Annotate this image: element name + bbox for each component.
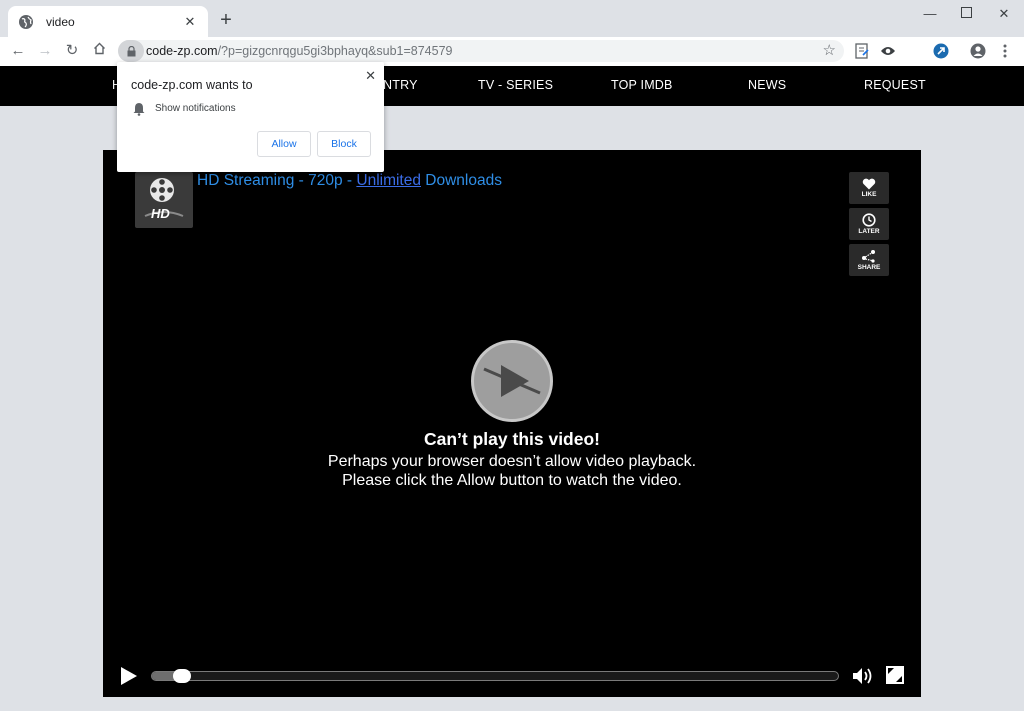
- star-icon[interactable]: ☆: [823, 41, 836, 59]
- lock-icon[interactable]: [118, 40, 144, 62]
- video-player[interactable]: HD HD Streaming - 720p - Unlimited Downl…: [103, 150, 921, 697]
- error-body: Perhaps your browser doesn’t allow video…: [327, 453, 697, 489]
- error-message: Can’t play this video! Perhaps your brow…: [312, 429, 712, 490]
- menu-icon[interactable]: [995, 41, 1015, 61]
- profile-icon[interactable]: [968, 41, 988, 61]
- later-button[interactable]: LATER: [849, 208, 889, 240]
- window-close-icon[interactable]: ✕: [990, 4, 1018, 24]
- share-button[interactable]: SHARE: [849, 244, 889, 276]
- globe-icon: [19, 14, 33, 29]
- nav-item-country[interactable]: NTRY: [383, 66, 418, 106]
- maximize-icon[interactable]: [952, 4, 980, 24]
- extension-icon[interactable]: [852, 41, 872, 61]
- hd-logo-text: HD: [151, 206, 170, 221]
- like-button[interactable]: LIKE: [849, 172, 889, 204]
- player-controls: [103, 661, 921, 691]
- nav-item-top-imdb[interactable]: TOP IMDB: [611, 66, 673, 106]
- tab-title: video: [46, 14, 75, 29]
- progress-handle[interactable]: [173, 669, 191, 683]
- reload-icon[interactable]: ↻: [61, 40, 83, 62]
- back-icon[interactable]: ←: [7, 40, 29, 62]
- error-heading: Can’t play this video!: [424, 429, 600, 449]
- url-text: code-zp.com/?p=gizgcnrqgu5gi3bphayq&sub1…: [146, 44, 453, 58]
- stream-title: HD Streaming - 720p - Unlimited Download…: [197, 172, 502, 189]
- heart-icon: [862, 178, 876, 190]
- progress-bar[interactable]: [151, 669, 839, 683]
- tab-video[interactable]: video ✕: [8, 6, 208, 37]
- nav-item-news[interactable]: NEWS: [748, 66, 786, 106]
- play-icon[interactable]: [119, 665, 139, 687]
- blocked-play-icon[interactable]: [471, 340, 553, 422]
- clock-icon: [862, 213, 876, 227]
- notification-permission-dialog: ✕ code-zp.com wants to Show notification…: [117, 62, 384, 172]
- nav-item-tv-series[interactable]: TV - SERIES: [478, 66, 553, 106]
- home-icon[interactable]: [88, 40, 110, 62]
- allow-button[interactable]: Allow: [257, 131, 311, 157]
- plus-icon[interactable]: +: [216, 9, 236, 31]
- volume-icon[interactable]: [851, 666, 875, 686]
- close-icon[interactable]: ✕: [182, 14, 198, 30]
- hd-logo: HD: [135, 172, 193, 228]
- extension-icon[interactable]: [878, 41, 898, 61]
- tab-strip: video ✕ + — ✕: [0, 0, 1024, 37]
- nav-item-request[interactable]: REQUEST: [864, 66, 926, 106]
- minimize-icon[interactable]: —: [916, 4, 944, 24]
- dialog-title: code-zp.com wants to: [131, 78, 253, 92]
- close-icon[interactable]: ✕: [365, 68, 376, 84]
- bell-icon: [133, 103, 145, 116]
- address-bar[interactable]: code-zp.com/?p=gizgcnrqgu5gi3bphayq&sub1…: [118, 40, 844, 62]
- fullscreen-icon[interactable]: [885, 665, 905, 685]
- block-button[interactable]: Block: [317, 131, 371, 157]
- extension-icon[interactable]: [931, 41, 951, 61]
- share-icon: [862, 250, 875, 263]
- unlimited-link[interactable]: Unlimited: [356, 172, 421, 189]
- forward-icon[interactable]: →: [34, 40, 56, 62]
- permission-label: Show notifications: [155, 103, 236, 114]
